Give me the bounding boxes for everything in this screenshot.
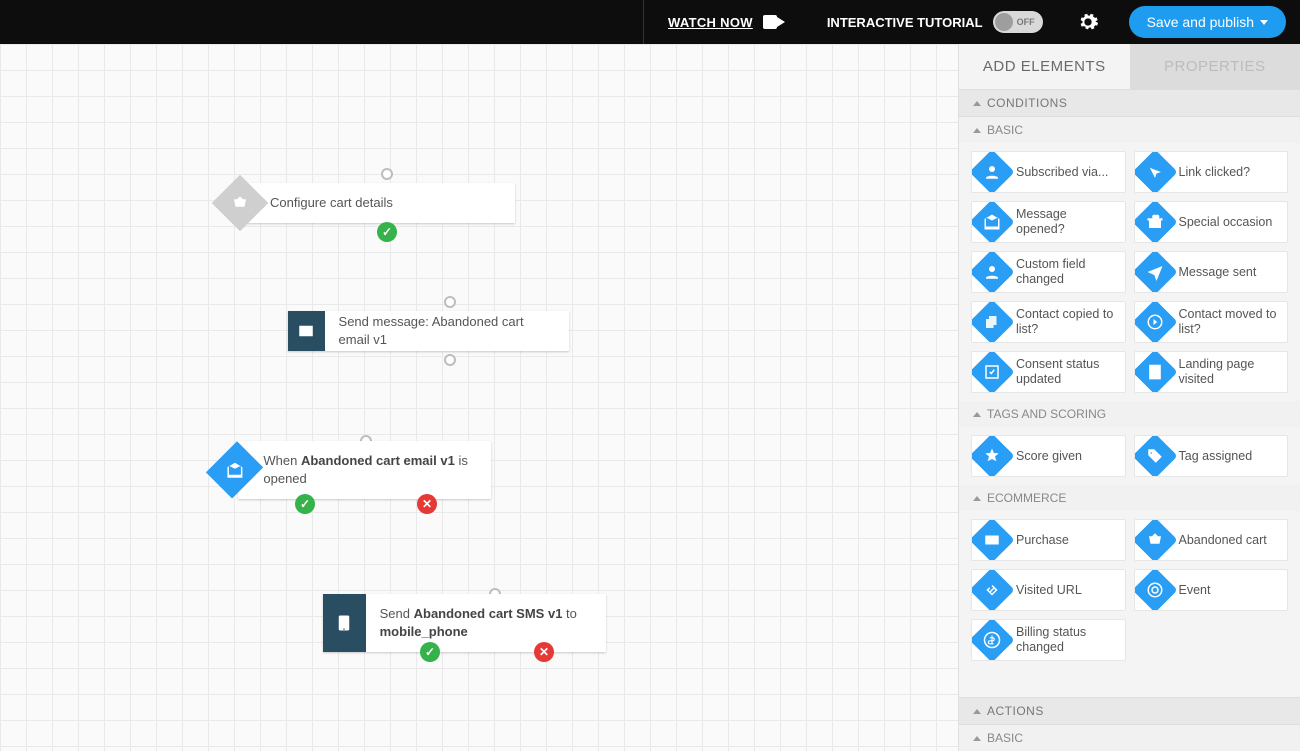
node-configure-cart[interactable]: Configure cart details (240, 183, 515, 223)
wallet-icon (983, 531, 1001, 549)
close-icon[interactable]: ✕ (417, 494, 437, 514)
move-icon (1146, 313, 1164, 331)
mail-open-icon (983, 213, 1001, 231)
tab-add-elements[interactable]: ADD ELEMENTS (959, 44, 1130, 89)
element-url[interactable]: Visited URL (971, 569, 1126, 611)
tutorial-label: INTERACTIVE TUTORIAL (827, 15, 983, 30)
element-message-opened[interactable]: Message opened? (971, 201, 1126, 243)
element-custom-field[interactable]: Custom field changed (971, 251, 1126, 293)
element-subscribed[interactable]: Subscribed via... (971, 151, 1126, 193)
element-landing[interactable]: Landing page visited (1134, 351, 1289, 393)
chevron-up-icon (973, 412, 981, 417)
connector-dot[interactable] (444, 354, 456, 366)
element-abandoned[interactable]: Abandoned cart (1134, 519, 1289, 561)
element-special-occasion[interactable]: Special occasion (1134, 201, 1289, 243)
element-score[interactable]: Score given (971, 435, 1126, 477)
topbar: WATCH NOW INTERACTIVE TUTORIAL OFF Save … (0, 0, 1300, 44)
connector-dot[interactable] (444, 296, 456, 308)
section-actions[interactable]: ACTIONS (959, 697, 1300, 725)
close-icon[interactable]: ✕ (534, 642, 554, 662)
copy-icon (983, 313, 1001, 331)
element-message-sent[interactable]: Message sent (1134, 251, 1289, 293)
node-condition-opened[interactable]: When Abandoned cart email v1 is opened (238, 441, 491, 499)
elements-ecommerce: Purchase Abandoned cart Visited URL Even… (959, 511, 1300, 669)
subsection-tags[interactable]: TAGS AND SCORING (959, 401, 1300, 427)
check-icon[interactable]: ✓ (377, 222, 397, 242)
elements-basic: Subscribed via... Link clicked? Message … (959, 143, 1300, 401)
settings-button[interactable] (1077, 11, 1099, 33)
save-publish-button[interactable]: Save and publish (1129, 6, 1286, 38)
target-icon (1146, 581, 1164, 599)
save-publish-label: Save and publish (1147, 14, 1254, 30)
subsection-ecommerce[interactable]: ECOMMERCE (959, 485, 1300, 511)
video-icon (763, 15, 785, 29)
mail-icon (288, 311, 325, 351)
element-billing[interactable]: Billing status changed (971, 619, 1126, 661)
dollar-icon (983, 631, 1001, 649)
sidebar: ADD ELEMENTS PROPERTIES CONDITIONS BASIC… (958, 44, 1300, 751)
phone-icon (323, 594, 366, 652)
connectors (0, 44, 300, 194)
element-purchase[interactable]: Purchase (971, 519, 1126, 561)
node-label: Configure cart details (256, 194, 407, 212)
tab-properties[interactable]: PROPERTIES (1130, 44, 1300, 89)
send-icon (1146, 263, 1164, 281)
chevron-up-icon (973, 709, 981, 714)
section-conditions[interactable]: CONDITIONS (959, 89, 1300, 117)
tag-icon (1146, 447, 1164, 465)
page-icon (1146, 363, 1164, 381)
gift-icon (1146, 213, 1164, 231)
tutorial-toggle[interactable]: OFF (993, 11, 1043, 33)
element-event[interactable]: Event (1134, 569, 1289, 611)
node-send-sms[interactable]: Send Abandoned cart SMS v1 to mobile_pho… (323, 594, 606, 652)
element-consent[interactable]: Consent status updated (971, 351, 1126, 393)
node-send-email[interactable]: Send message: Abandoned cart email v1 (288, 311, 569, 351)
check-icon[interactable]: ✓ (295, 494, 315, 514)
watch-now[interactable]: WATCH NOW (644, 15, 809, 30)
check-icon (983, 363, 1001, 381)
node-label: When Abandoned cart email v1 is opened (249, 452, 491, 487)
chevron-up-icon (973, 496, 981, 501)
click-icon (1146, 163, 1164, 181)
chevron-down-icon (1260, 20, 1268, 25)
element-link-clicked[interactable]: Link clicked? (1134, 151, 1289, 193)
elements-tags: Score given Tag assigned (959, 427, 1300, 485)
subsection-basic[interactable]: BASIC (959, 117, 1300, 143)
user-icon (983, 263, 1001, 281)
mail-open-icon (206, 441, 264, 499)
node-label: Send message: Abandoned cart email v1 (325, 313, 569, 348)
connector-dot[interactable] (381, 168, 393, 180)
link-icon (983, 581, 1001, 599)
check-icon[interactable]: ✓ (420, 642, 440, 662)
node-label: Send Abandoned cart SMS v1 to mobile_pho… (366, 605, 606, 640)
user-icon (983, 163, 1001, 181)
chevron-up-icon (973, 128, 981, 133)
element-contact-moved[interactable]: Contact moved to list? (1134, 301, 1289, 343)
subsection-basic-actions[interactable]: BASIC (959, 725, 1300, 751)
interactive-tutorial: INTERACTIVE TUTORIAL OFF (809, 11, 1061, 33)
gear-icon (1077, 11, 1099, 33)
element-tag[interactable]: Tag assigned (1134, 435, 1289, 477)
watch-now-label[interactable]: WATCH NOW (668, 15, 753, 30)
workflow-canvas[interactable]: Configure cart details ✓ Send message: A… (0, 44, 958, 751)
star-icon (983, 447, 1001, 465)
sidebar-tabs: ADD ELEMENTS PROPERTIES (959, 44, 1300, 89)
element-contact-copied[interactable]: Contact copied to list? (971, 301, 1126, 343)
chevron-up-icon (973, 101, 981, 106)
chevron-up-icon (973, 736, 981, 741)
basket-icon (1146, 531, 1164, 549)
